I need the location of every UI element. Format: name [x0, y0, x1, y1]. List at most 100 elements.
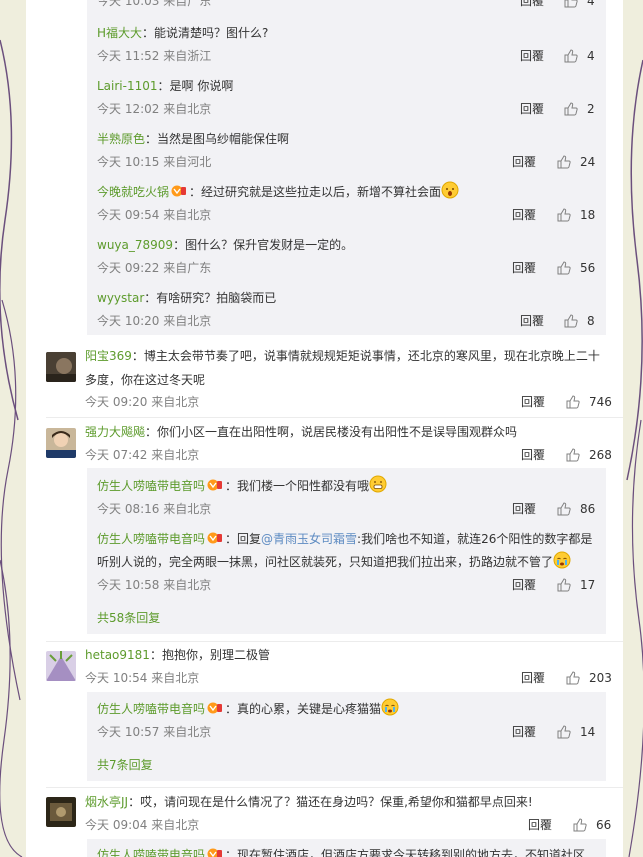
reply-content: ：现在暂住酒店，但酒店方要求今天转移到别的地方去，不知道社区	[225, 848, 586, 857]
like-count: 56	[580, 261, 596, 275]
like-button[interactable]: 203	[566, 670, 612, 686]
like-button[interactable]: 24	[557, 154, 595, 170]
avatar[interactable]	[46, 352, 76, 382]
reply-button[interactable]: 回覆	[512, 207, 536, 223]
avatar[interactable]	[46, 651, 76, 681]
comment-content: ：博主太会带节奏了吧，说事情就规规矩矩说事情，还北京的寒风里，现在北京晚上二十	[131, 349, 600, 363]
comment-text: 阳宝369：博主太会带节奏了吧，说事情就规规矩矩说事情，还北京的寒风里，现在北京…	[85, 345, 600, 368]
reply-text: wyystar：有啥研究？拍脑袋而已	[97, 287, 276, 310]
reply-button[interactable]: 回覆	[528, 817, 552, 833]
reply-text: 仿生人唠嗑带电音吗 ：我们楼一个阳性都没有哦	[97, 475, 387, 501]
reply-content: ：能说清楚吗？图什么?	[142, 26, 269, 40]
reply-button[interactable]: 回覆	[512, 724, 536, 740]
comment-text-line2: 多度，你在这过冬天呢	[85, 373, 206, 387]
reply-button[interactable]: 回覆	[520, 101, 544, 117]
reply-text: 仿生人唠嗑带电音吗 ：现在暂住酒店，但酒店方要求今天转移到别的地方去，不知道社区	[97, 844, 585, 857]
vip-badge-icon	[207, 846, 223, 857]
vip-badge-icon	[207, 700, 223, 723]
reply-username[interactable]: 仿生人唠嗑带电音吗	[97, 848, 205, 857]
reply-username[interactable]: wyystar	[97, 291, 144, 305]
avatar[interactable]	[46, 797, 76, 827]
like-button[interactable]: 4	[564, 48, 595, 64]
reply-button[interactable]: 回覆	[520, 48, 544, 64]
reply-text: Lairi-1101：是啊 你说啊	[97, 75, 233, 98]
reply-time: 今天 10:58 来自北京	[97, 578, 212, 592]
reply-username[interactable]: 半熟原色	[97, 132, 145, 146]
comment-time: 今天 07:42 来自北京	[85, 448, 200, 462]
thumbs-up-icon	[557, 502, 571, 516]
reply-username[interactable]: 仿生人唠嗑带电音吗	[97, 479, 205, 493]
reply-text: H福大大：能说清楚吗？图什么?	[97, 22, 268, 45]
like-button[interactable]: 2	[564, 101, 595, 117]
vip-badge-icon	[171, 183, 187, 206]
reply-time: 今天 10:20 来自北京	[97, 314, 212, 328]
like-button[interactable]: 86	[557, 501, 595, 517]
comment-time: 今天 10:54 来自北京	[85, 671, 200, 685]
like-button[interactable]: 17	[557, 577, 595, 593]
comment-text: hetao9181：抱抱你，别理二极管	[85, 644, 270, 667]
like-count: 18	[580, 208, 596, 222]
comment-username[interactable]: 强力大飚飚	[85, 425, 145, 439]
avatar[interactable]	[46, 428, 76, 458]
like-button[interactable]: 8	[564, 313, 595, 329]
like-count: 86	[580, 502, 596, 516]
reply-username[interactable]: 仿生人唠嗑带电音吗	[97, 702, 205, 716]
reply-button[interactable]: 回覆	[512, 501, 536, 517]
reply-username[interactable]: H福大大	[97, 26, 142, 40]
reply-username[interactable]: 仿生人唠嗑带电音吗	[97, 532, 205, 546]
reply-button[interactable]: 回覆	[520, 0, 544, 9]
reply-username[interactable]: wuya_78909	[97, 238, 173, 252]
vip-badge-icon	[207, 477, 223, 500]
comment-text: 强力大飚飚：你们小区一直在出阳性啊，说居民楼没有出阳性不是误导围观群众吗	[85, 421, 517, 444]
thumbs-up-icon	[557, 208, 571, 222]
thumbs-up-icon	[566, 448, 580, 462]
like-button[interactable]: 4	[564, 0, 595, 9]
reply-button[interactable]: 回覆	[521, 394, 545, 410]
like-button[interactable]: 18	[557, 207, 595, 223]
thumbs-up-icon	[557, 578, 571, 592]
comment-username[interactable]: 烟水亭JJ	[85, 795, 128, 809]
reply-time: 今天 12:02 来自北京	[97, 102, 212, 116]
vip-badge-icon	[207, 530, 223, 553]
comment-text: 烟水亭JJ：哎，请问现在是什么情况了？猫还在身边吗？保重,希望你和猫都早点回来!	[85, 791, 533, 814]
crying-face-icon	[381, 698, 399, 724]
reply-button[interactable]: 回覆	[520, 313, 544, 329]
like-count: 2	[587, 102, 595, 116]
reply-time: 今天 09:22 来自广东	[97, 261, 212, 275]
like-button[interactable]: 268	[566, 447, 612, 463]
like-count: 17	[580, 578, 596, 592]
like-count: 8	[587, 314, 595, 328]
like-button[interactable]: 14	[557, 724, 595, 740]
comment-content: ：抱抱你，别理二极管	[149, 648, 270, 662]
more-replies-link[interactable]: 共58条回复	[97, 610, 160, 626]
comment-time: 今天 09:04 来自北京	[85, 818, 200, 832]
like-count: 4	[587, 49, 595, 63]
comment-username[interactable]: 阳宝369	[85, 349, 132, 363]
more-replies-link[interactable]: 共7条回复	[97, 757, 153, 773]
thumbs-up-icon	[564, 314, 578, 328]
like-button[interactable]: 746	[566, 394, 612, 410]
reply-button[interactable]: 回覆	[512, 260, 536, 276]
comment-username[interactable]: hetao9181	[85, 648, 150, 662]
reply-username[interactable]: Lairi-1101	[97, 79, 158, 93]
comment-feed: 今天 10:03 来自广东 回覆 4 H福大大：能说清楚吗？图什么? 今天 11…	[26, 0, 623, 857]
reply-text-line2: 听别人说的，完全两眼一抹黑，问社区就装死，只知道把我们拉出来，扔路边就不管了	[97, 551, 571, 577]
reply-button[interactable]: 回覆	[521, 670, 545, 686]
like-count: 746	[589, 395, 612, 409]
reply-content: ：是啊 你说啊	[157, 79, 234, 93]
like-button[interactable]: 56	[557, 260, 595, 276]
reply-button[interactable]: 回覆	[512, 154, 536, 170]
reply-button[interactable]: 回覆	[521, 447, 545, 463]
mention-link[interactable]: @青雨玉女司霜雪	[261, 532, 357, 546]
thumbs-up-icon	[564, 0, 578, 8]
reply-content-line2: 听别人说的，完全两眼一抹黑，问社区就装死，只知道把我们拉出来，扔路边就不管了	[97, 555, 554, 569]
like-button[interactable]: 66	[573, 817, 611, 833]
comment-time: 今天 09:20 来自北京	[85, 395, 200, 409]
reply-time: 今天 08:16 来自北京	[97, 502, 212, 516]
comment-content: ：哎，请问现在是什么情况了？猫还在身边吗？保重,希望你和猫都早点回来!	[128, 795, 533, 809]
reply-content: ：当然是图乌纱帽能保住啊	[145, 132, 290, 146]
reply-time: 今天 09:54 来自北京	[97, 208, 212, 222]
reply-button[interactable]: 回覆	[512, 577, 536, 593]
reply-username[interactable]: 今晚就吃火锅	[97, 185, 169, 199]
like-count: 203	[589, 671, 612, 685]
